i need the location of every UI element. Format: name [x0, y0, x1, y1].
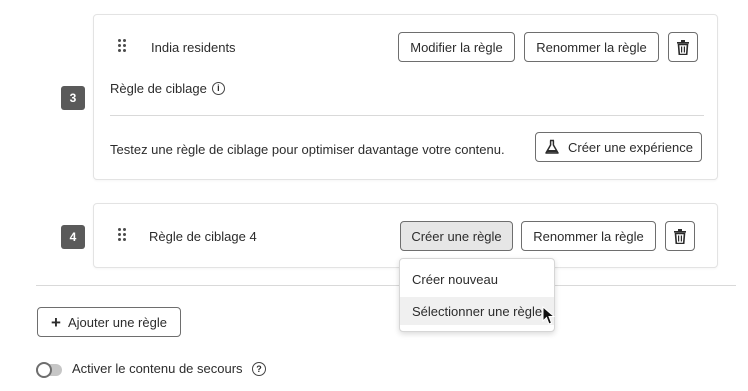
drag-handle-icon[interactable] — [118, 228, 126, 244]
fallback-toggle[interactable] — [36, 362, 62, 378]
rename-rule-button[interactable]: Renommer la règle — [521, 221, 656, 251]
help-icon[interactable]: ? — [252, 362, 266, 376]
drag-handle-icon[interactable] — [118, 39, 126, 55]
trash-icon — [674, 228, 686, 244]
flask-icon — [545, 139, 559, 154]
rule-title: Règle de ciblage 4 — [149, 229, 257, 244]
trash-icon — [677, 39, 689, 55]
create-rule-button[interactable]: Créer une règle — [400, 221, 513, 251]
toggle-knob — [36, 362, 52, 378]
info-icon[interactable]: i — [211, 82, 225, 95]
add-rule-button[interactable]: + Ajouter une règle — [37, 307, 181, 337]
mouse-pointer-icon — [542, 306, 555, 325]
rule-number-badge: 4 — [61, 225, 85, 249]
fallback-toggle-label: Activer le contenu de secours — [72, 361, 243, 376]
rename-rule-button[interactable]: Renommer la règle — [524, 32, 659, 62]
menu-item-create-new[interactable]: Créer nouveau — [400, 265, 554, 293]
create-rule-menu: Créer nouveau Sélectionner une règle — [399, 258, 555, 332]
delete-rule-button[interactable] — [668, 32, 698, 62]
experiment-promo-text: Testez une règle de ciblage pour optimis… — [110, 142, 505, 157]
section-divider — [36, 285, 736, 286]
menu-item-select-rule[interactable]: Sélectionner une règle — [400, 297, 554, 325]
edit-rule-button[interactable]: Modifier la règle — [398, 32, 515, 62]
rule-number-badge: 3 — [61, 86, 85, 110]
plus-icon: + — [51, 312, 61, 332]
create-experience-button[interactable]: Créer une expérience — [535, 132, 702, 162]
targeting-section-label: Règle de ciblage i — [110, 81, 225, 96]
rule-title: India residents — [151, 40, 236, 55]
delete-rule-button[interactable] — [665, 221, 695, 251]
rule-card: India residents Modifier la règle Renomm… — [93, 14, 718, 180]
divider — [110, 115, 704, 116]
